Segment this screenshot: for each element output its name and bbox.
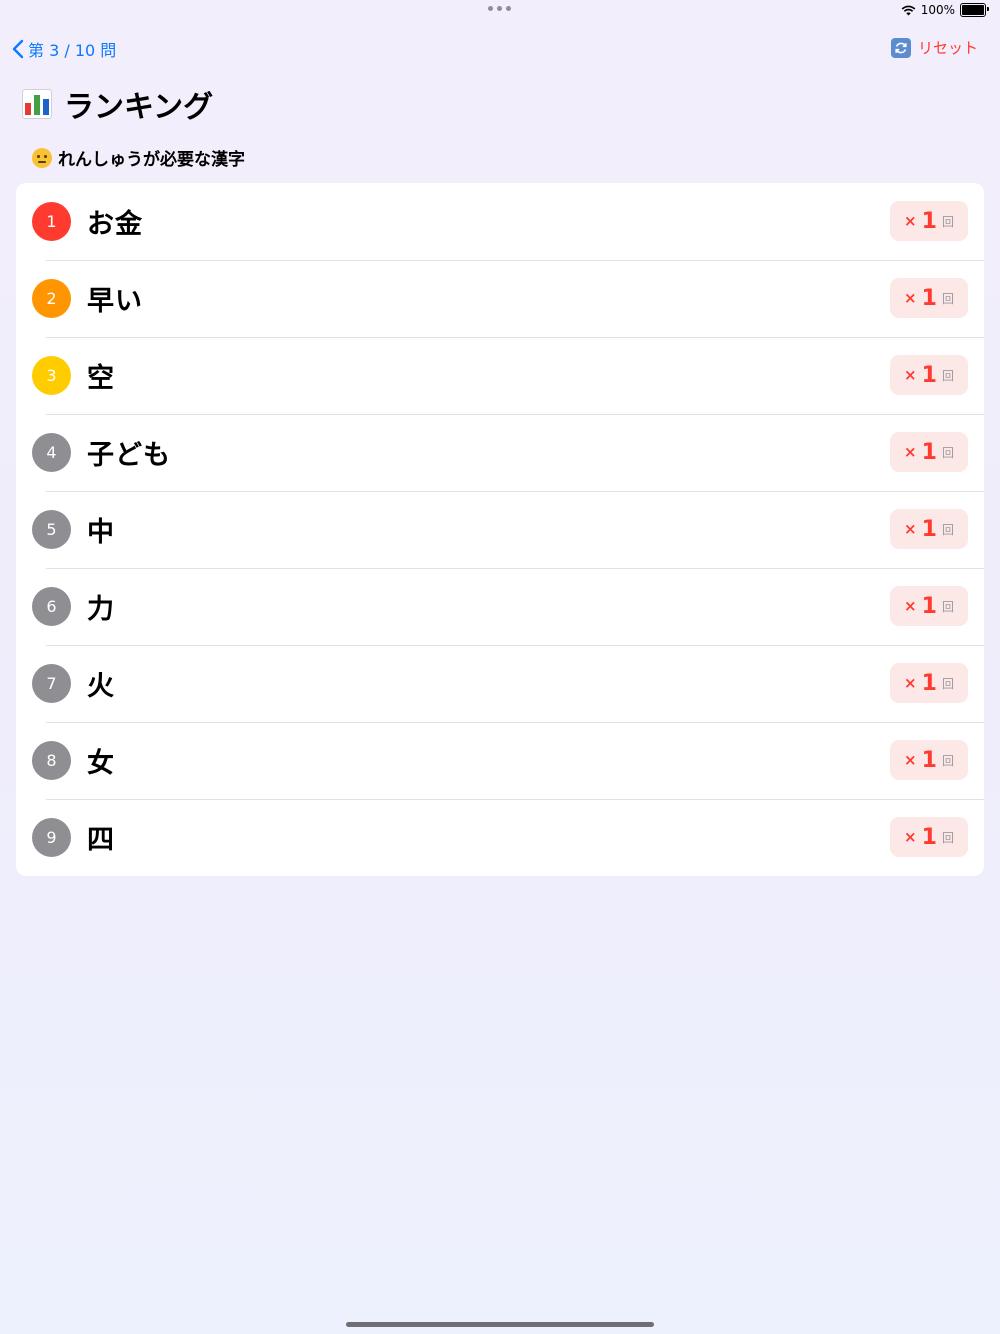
status-bar-right: 100% (901, 3, 989, 17)
kanji-label: 中 (87, 517, 115, 548)
rank-badge: 8 (32, 741, 71, 780)
rank-badge: 5 (32, 510, 71, 549)
refresh-icon (890, 37, 911, 58)
miss-count: 1 (921, 208, 937, 234)
count-unit: 回 (941, 368, 954, 383)
back-button[interactable]: 第 3 / 10 問 (12, 37, 116, 61)
list-item: 9 四 × 1 回 (16, 799, 984, 876)
kanji-label: お金 (87, 209, 143, 240)
list-item: 6 力 × 1 回 (16, 568, 984, 645)
count-unit: 回 (941, 214, 954, 229)
list-item: 4 子ども × 1 回 (16, 414, 984, 491)
miss-count: 1 (921, 824, 937, 850)
miss-count: 1 (921, 747, 937, 773)
miss-count: 1 (921, 362, 937, 388)
miss-count: 1 (921, 516, 937, 542)
battery-icon (960, 3, 989, 17)
miss-count: 1 (921, 285, 937, 311)
rank-badge: 3 (32, 356, 71, 395)
miss-count: 1 (921, 593, 937, 619)
cross-icon: × (904, 751, 917, 769)
list-item: 2 早い × 1 回 (16, 260, 984, 337)
miss-count-badge: × 1 回 (890, 586, 968, 626)
miss-count-badge: × 1 回 (890, 278, 968, 318)
dot (488, 6, 493, 11)
cross-icon: × (904, 674, 917, 692)
miss-count-badge: × 1 回 (890, 432, 968, 472)
kanji-label: 四 (87, 825, 115, 856)
list-item: 7 火 × 1 回 (16, 645, 984, 722)
list-item: 5 中 × 1 回 (16, 491, 984, 568)
miss-count-badge: × 1 回 (890, 509, 968, 549)
cross-icon: × (904, 366, 917, 384)
cross-icon: × (904, 828, 917, 846)
count-unit: 回 (941, 830, 954, 845)
miss-count-badge: × 1 回 (890, 201, 968, 241)
count-unit: 回 (941, 522, 954, 537)
cross-icon: × (904, 289, 917, 307)
count-unit: 回 (941, 676, 954, 691)
miss-count-badge: × 1 回 (890, 663, 968, 703)
rank-badge: 7 (32, 664, 71, 703)
count-unit: 回 (941, 291, 954, 306)
home-indicator[interactable] (346, 1322, 654, 1327)
kanji-label: 女 (87, 748, 115, 779)
rank-badge: 1 (32, 202, 71, 241)
list-item: 3 空 × 1 回 (16, 337, 984, 414)
miss-count-badge: × 1 回 (890, 740, 968, 780)
kanji-label: 早い (87, 286, 143, 317)
list-item: 8 女 × 1 回 (16, 722, 984, 799)
section-label-text: れんしゅうが必要な漢字 (58, 150, 245, 170)
rank-badge: 4 (32, 433, 71, 472)
wifi-icon (901, 5, 916, 15)
cross-icon: × (904, 443, 917, 461)
dot (506, 6, 511, 11)
page-title: ランキング (22, 82, 213, 126)
miss-count: 1 (921, 670, 937, 696)
thinking-face-icon (32, 147, 52, 168)
cross-icon: × (904, 597, 917, 615)
miss-count: 1 (921, 439, 937, 465)
kanji-label: 子ども (87, 440, 171, 471)
reset-label: リセット (917, 39, 978, 57)
battery-level (962, 5, 984, 15)
count-unit: 回 (941, 753, 954, 768)
kanji-label: 火 (87, 671, 115, 702)
ranking-list: 1 お金 × 1 回 2 早い × 1 回 3 空 × 1 回 4 子ども × 1 回 5 中 × 1 回 6 力 × 1 回 7 火 × 1 回 8… (16, 183, 984, 876)
section-label: れんしゅうが必要な漢字 (32, 145, 245, 170)
kanji-label: 力 (87, 594, 115, 625)
dot (497, 6, 502, 11)
rank-badge: 6 (32, 587, 71, 626)
page-title-text: ランキング (64, 90, 214, 125)
cross-icon: × (904, 520, 917, 538)
cross-icon: × (904, 212, 917, 230)
miss-count-badge: × 1 回 (890, 817, 968, 857)
battery-percent: 100% (920, 3, 955, 17)
list-item: 1 お金 × 1 回 (16, 183, 984, 260)
chevron-left-icon (12, 39, 24, 59)
back-label: 第 3 / 10 問 (28, 41, 117, 60)
reset-button[interactable]: リセット (890, 37, 978, 58)
count-unit: 回 (941, 599, 954, 614)
miss-count-badge: × 1 回 (890, 355, 968, 395)
bar-chart-icon (22, 89, 52, 119)
rank-badge: 2 (32, 279, 71, 318)
count-unit: 回 (941, 445, 954, 460)
multitasking-dots[interactable] (488, 6, 511, 11)
rank-badge: 9 (32, 818, 71, 857)
kanji-label: 空 (87, 363, 115, 394)
